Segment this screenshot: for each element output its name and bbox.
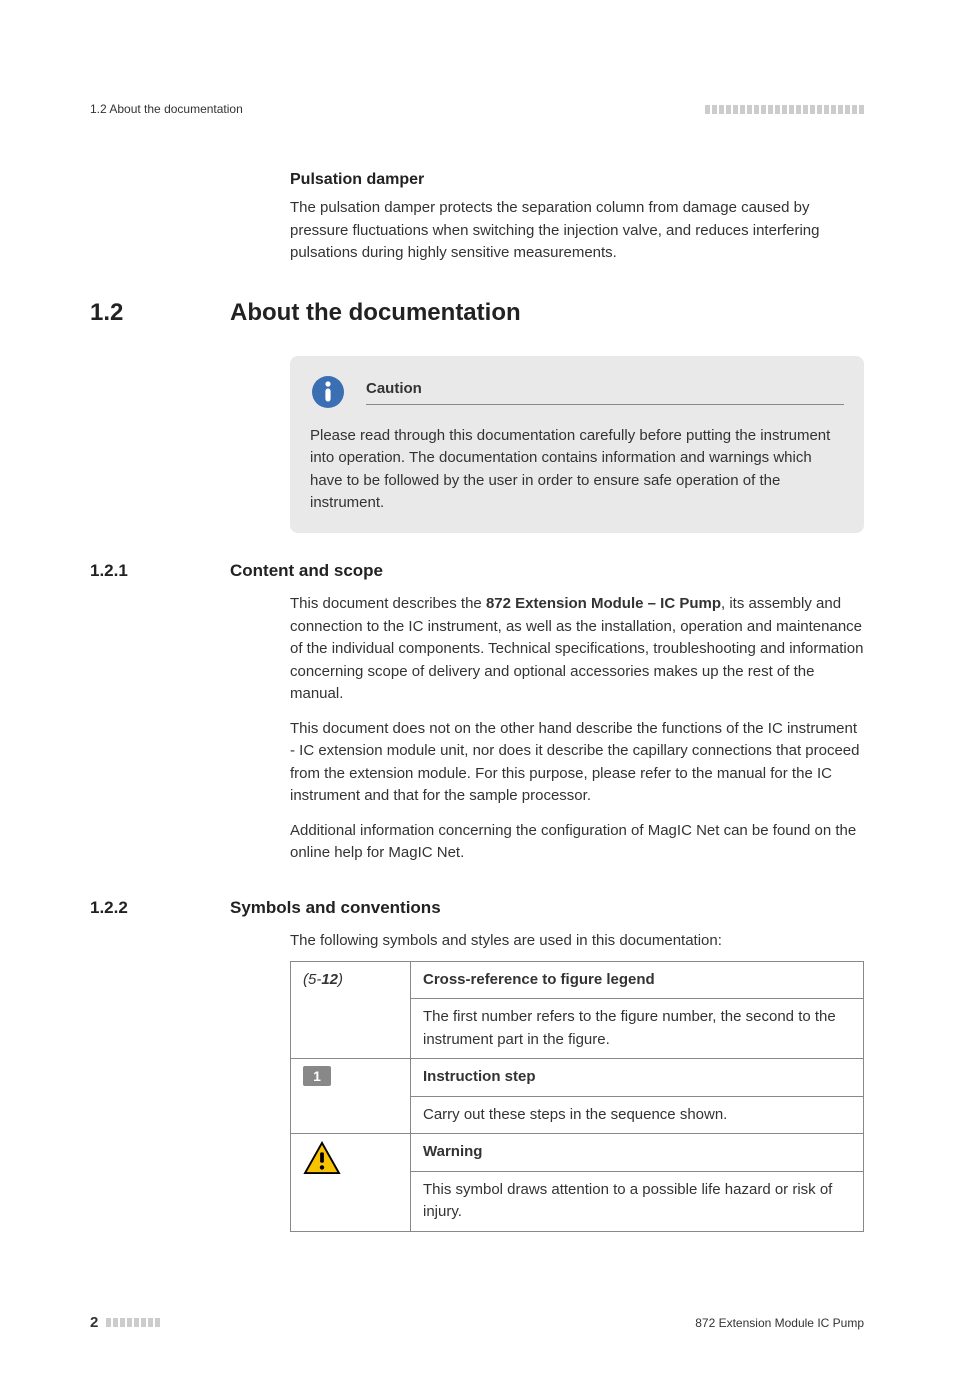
section-1-2-2-heading: 1.2.2 Symbols and conventions (90, 895, 864, 921)
content-scope-p2: This document does not on the other hand… (290, 718, 864, 808)
step-badge: 1 (303, 1066, 331, 1086)
subsection-title: Symbols and conventions (230, 895, 441, 921)
step-badge-cell: 1 (291, 1059, 411, 1134)
content-scope-p1: This document describes the 872 Extensio… (290, 593, 864, 706)
subsection-number: 1.2.2 (90, 895, 180, 921)
warning-title-cell: Warning (411, 1134, 864, 1172)
running-head-left: 1.2 About the documentation (90, 100, 243, 118)
symbols-body: The following symbols and styles are use… (290, 930, 864, 1232)
content-scope-p3: Additional information concerning the co… (290, 820, 864, 865)
pulsation-heading: Pulsation damper (290, 168, 864, 192)
warning-icon (303, 1141, 341, 1175)
instruction-step-title-cell: Instruction step (411, 1059, 864, 1097)
cross-ref-title: Cross-reference to figure legend (423, 971, 655, 988)
caution-callout: Caution Please read through this documen… (290, 356, 864, 533)
table-row: 1 Instruction step (291, 1059, 864, 1097)
instruction-step-title: Instruction step (423, 1068, 536, 1085)
content-scope-body: This document describes the 872 Extensio… (290, 593, 864, 865)
footer-right: 872 Extension Module IC Pump (695, 1314, 864, 1332)
warning-icon-cell (291, 1134, 411, 1232)
instruction-step-desc: Carry out these steps in the sequence sh… (411, 1096, 864, 1134)
cross-ref-example: (5-12) (291, 961, 411, 1059)
pulsation-paragraph: The pulsation damper protects the separa… (290, 197, 864, 265)
footer-ornament (106, 1318, 160, 1327)
caution-label: Caution (366, 378, 422, 403)
page-header: 1.2 About the documentation (90, 100, 864, 118)
footer-left: 2 (90, 1312, 160, 1335)
section-number: 1.2 (90, 295, 180, 331)
cross-ref-close: ) (338, 971, 343, 988)
section-1-2-heading: 1.2 About the documentation (90, 295, 864, 331)
caution-header: Caution (310, 374, 844, 410)
p1-part-a: This document describes the (290, 595, 486, 612)
p1-product-name: 872 Extension Module – IC Pump (486, 595, 721, 612)
info-icon (310, 374, 346, 410)
subsection-title: Content and scope (230, 558, 383, 584)
warning-desc: This symbol draws attention to a possibl… (411, 1171, 864, 1231)
symbols-intro: The following symbols and styles are use… (290, 930, 864, 953)
page-footer: 2 872 Extension Module IC Pump (90, 1312, 864, 1335)
page-number: 2 (90, 1312, 98, 1335)
section-1-2-1-heading: 1.2.1 Content and scope (90, 558, 864, 584)
pulsation-damper-section: Pulsation damper The pulsation damper pr… (290, 168, 864, 265)
caution-text: Please read through this documentation c… (310, 425, 844, 515)
warning-title: Warning (423, 1143, 482, 1160)
subsection-number: 1.2.1 (90, 558, 180, 584)
cross-ref-bold: 12 (321, 971, 338, 988)
table-row: (5-12) Cross-reference to figure legend (291, 961, 864, 999)
header-ornament (705, 105, 864, 114)
cross-ref-open: (5- (303, 971, 321, 988)
symbols-table: (5-12) Cross-reference to figure legend … (290, 961, 864, 1232)
cross-ref-desc: The first number refers to the figure nu… (411, 999, 864, 1059)
cross-ref-title-cell: Cross-reference to figure legend (411, 961, 864, 999)
section-title: About the documentation (230, 295, 521, 331)
table-row: Warning (291, 1134, 864, 1172)
